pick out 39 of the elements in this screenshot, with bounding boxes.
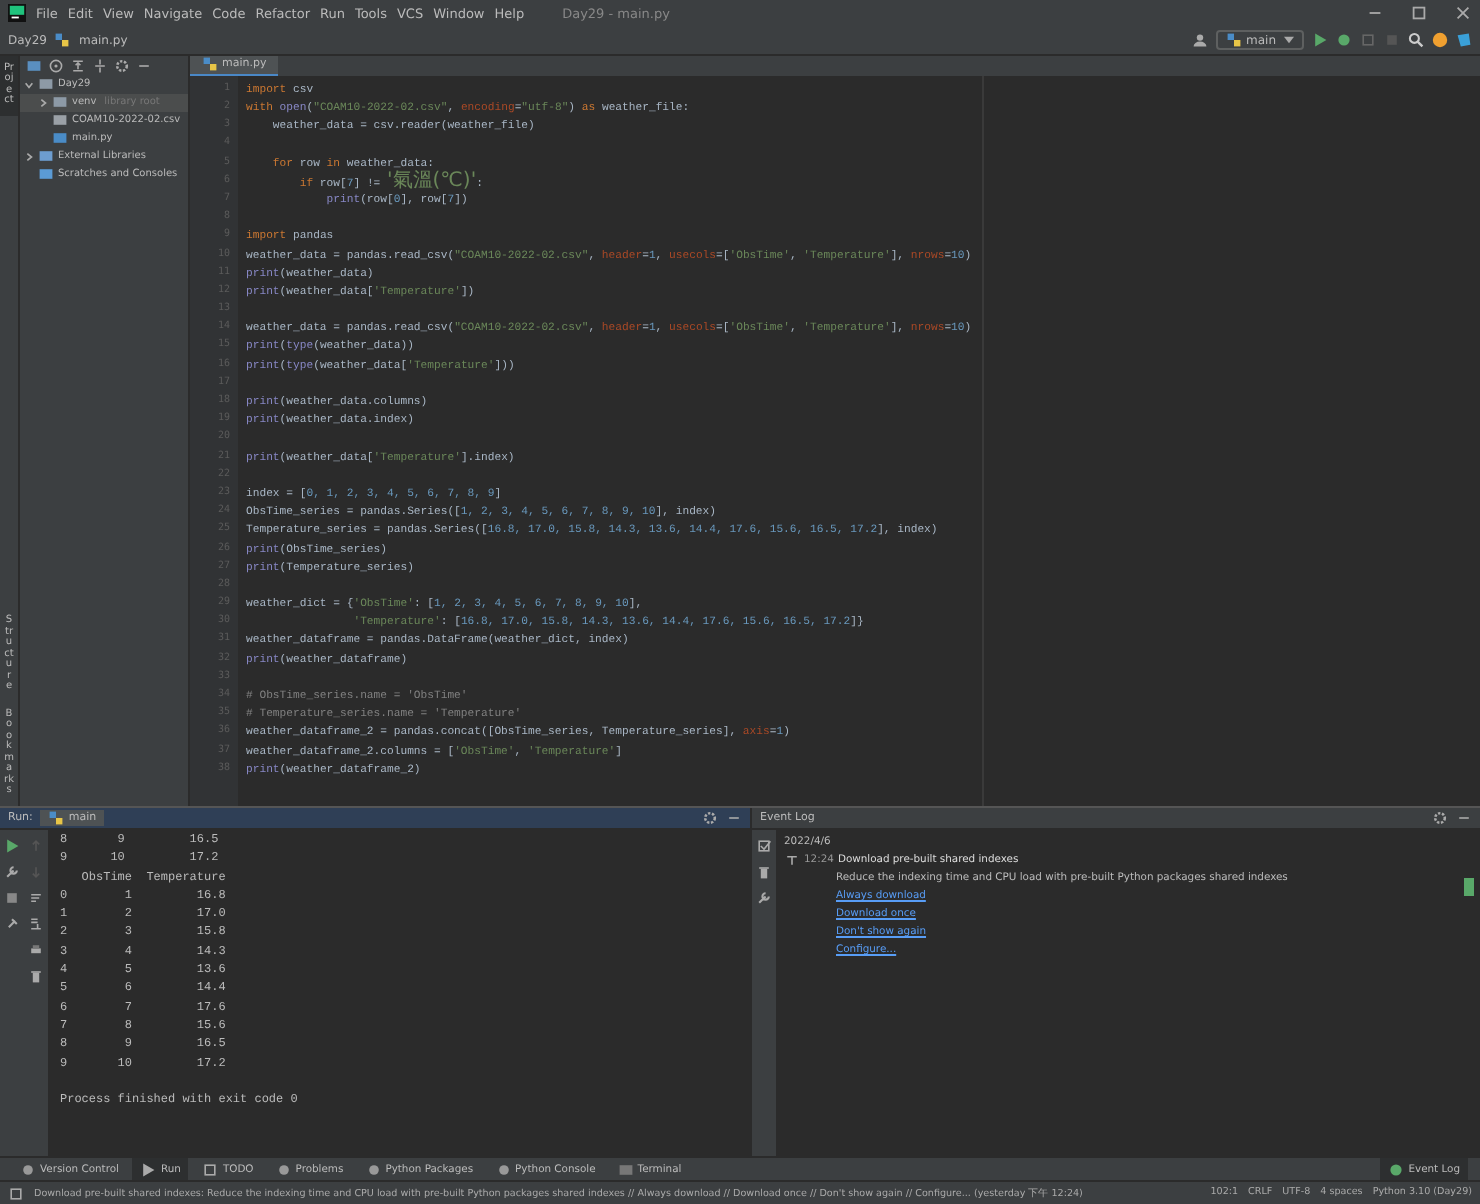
wrap-icon[interactable] [28,889,44,906]
expand-all-icon[interactable] [70,57,86,74]
user-icon[interactable] [1192,32,1208,49]
mark-read-icon[interactable] [756,837,772,854]
settings-icon[interactable] [702,809,718,826]
chevron-icon[interactable] [24,151,34,162]
settings-icon[interactable] [1432,809,1448,826]
trash-icon[interactable] [28,967,44,984]
chevron-icon[interactable] [24,79,34,90]
app-logo-icon [8,4,26,23]
trash-icon[interactable] [756,863,772,880]
python-file-icon [54,32,71,49]
status-marker [1464,877,1474,896]
wrench-icon[interactable] [4,863,20,880]
pin-icon[interactable] [4,915,20,932]
panel-icon[interactable] [26,57,42,74]
search-icon[interactable] [1408,32,1424,49]
file-icon [52,112,68,129]
settings-icon[interactable] [114,57,130,74]
debug-icon[interactable] [1336,32,1352,49]
maximize-icon[interactable] [1410,4,1428,23]
chevron-icon[interactable] [38,97,48,108]
print-icon[interactable] [28,941,44,958]
wrench-icon[interactable] [756,889,772,906]
python-file-icon [52,130,68,147]
caret-icon [1284,36,1294,45]
python-file-icon [202,56,218,73]
layout-icon[interactable] [8,1185,24,1202]
target-icon[interactable] [48,57,64,74]
rerun-icon[interactable] [4,837,20,854]
collapse-all-icon[interactable] [92,57,108,74]
pin-icon [784,852,800,869]
dot-icon [1388,1161,1405,1178]
run-icon[interactable] [1312,32,1328,49]
scroll-to-end-icon[interactable] [28,915,44,932]
list-icon [202,1161,219,1178]
close-icon[interactable] [1454,4,1472,23]
terminal-icon [617,1161,634,1178]
layout-icon[interactable] [4,889,20,906]
